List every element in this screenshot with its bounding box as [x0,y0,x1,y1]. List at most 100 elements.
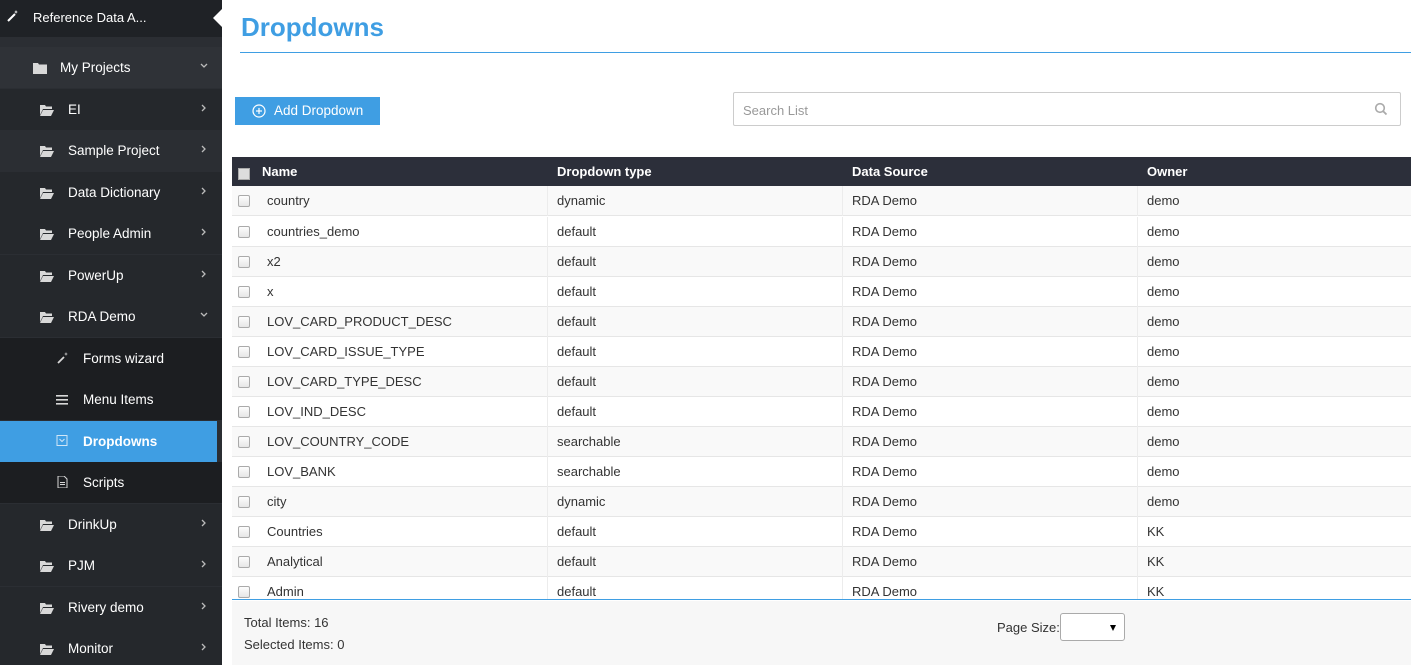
app-root: Reference Data A... My Projects EI Sampl… [0,0,1411,665]
cell-owner: KK [1147,554,1165,569]
column-header-data-source[interactable]: Data Source [852,164,928,179]
sidebar-item-label: RDA Demo [68,309,136,324]
table-row[interactable]: LOV_COUNTRY_CODE searchable RDA Demo dem… [232,427,1411,457]
chevron-right-icon [201,104,206,112]
cell-dropdown-type: default [557,374,597,389]
row-checkbox[interactable] [238,526,250,538]
cell-owner: demo [1147,434,1180,449]
column-divider [1137,367,1138,397]
sidebar-item-forms-wizard[interactable]: Forms wizard [0,338,222,379]
column-divider [1137,427,1138,457]
sidebar-item-sample-project[interactable]: Sample Project [0,130,222,171]
sidebar-item-rivery-demo[interactable]: Rivery demo [0,587,222,628]
table-row[interactable]: Countries default RDA Demo KK [232,517,1411,547]
column-header-dropdown-type[interactable]: Dropdown type [557,164,652,179]
row-checkbox[interactable] [238,286,250,298]
cell-owner: KK [1147,584,1165,599]
search-icon[interactable] [1374,102,1388,116]
column-divider [1137,247,1138,277]
sidebar-item-label: My Projects [60,60,131,75]
cell-data-source: RDA Demo [852,254,918,269]
cell-owner: demo [1147,254,1180,269]
column-divider [1137,577,1138,599]
table-row[interactable]: country dynamic RDA Demo demo [232,186,1411,216]
table-row[interactable]: LOV_CARD_ISSUE_TYPE default RDA Demo dem… [232,337,1411,367]
sidebar-item-dropdowns[interactable]: Dropdowns [0,421,217,462]
row-checkbox[interactable] [238,496,250,508]
sidebar-item-powerup[interactable]: PowerUp [0,255,222,296]
title-divider [240,52,1411,53]
sidebar-item-menu-items[interactable]: Menu Items [0,379,222,420]
sidebar-header[interactable]: Reference Data A... [0,0,222,37]
table-row[interactable]: city dynamic RDA Demo demo [232,487,1411,517]
chevron-right-icon [201,228,206,236]
table-row[interactable]: LOV_IND_DESC default RDA Demo demo [232,397,1411,427]
add-dropdown-button[interactable]: Add Dropdown [235,97,380,125]
sidebar-item-pjm[interactable]: PJM [0,545,222,586]
table-row[interactable]: Analytical default RDA Demo KK [232,547,1411,577]
column-divider [842,367,843,397]
sidebar-item-label: DrinkUp [68,517,117,532]
row-checkbox[interactable] [238,316,250,328]
column-header-owner[interactable]: Owner [1147,164,1187,179]
sidebar-item-monitor[interactable]: Monitor [0,628,222,665]
table-row[interactable]: LOV_BANK searchable RDA Demo demo [232,457,1411,487]
sidebar-item-people-admin[interactable]: People Admin [0,213,222,254]
row-checkbox[interactable] [238,346,250,358]
table-row[interactable]: countries_demo default RDA Demo demo [232,217,1411,247]
folder-open-icon [40,105,54,116]
cell-dropdown-type: default [557,584,597,599]
column-divider [547,547,548,577]
sidebar-item-label: Forms wizard [83,351,165,366]
sidebar-item-label: EI [68,102,81,117]
page-size-select[interactable] [1060,613,1125,641]
cell-name: x [267,284,274,299]
column-header-name[interactable]: Name [262,164,297,179]
cell-owner: demo [1147,494,1180,509]
row-checkbox[interactable] [238,226,250,238]
file-icon [57,476,68,488]
chevron-right-icon [201,145,206,153]
table-row[interactable]: x default RDA Demo demo [232,277,1411,307]
cell-dropdown-type: dynamic [557,193,606,208]
menu-lines-icon [56,395,68,405]
folder-open-icon [40,644,54,655]
chevron-right-icon [201,187,206,195]
sidebar-item-my-projects[interactable]: My Projects [0,47,222,88]
sidebar-item-scripts[interactable]: Scripts [0,462,222,503]
row-checkbox[interactable] [238,195,250,207]
table-row[interactable]: x2 default RDA Demo demo [232,247,1411,277]
row-checkbox[interactable] [238,556,250,568]
cell-data-source: RDA Demo [852,584,918,599]
select-all-checkbox[interactable] [238,168,250,180]
cell-dropdown-type: default [557,284,597,299]
sidebar-item-ei[interactable]: EI [0,89,222,130]
cell-owner: demo [1147,464,1180,479]
page-size-label: Page Size: [997,620,1060,635]
row-checkbox[interactable] [238,256,250,268]
row-checkbox[interactable] [238,466,250,478]
column-divider [842,217,843,247]
table-row[interactable]: LOV_CARD_TYPE_DESC default RDA Demo demo [232,367,1411,397]
row-checkbox[interactable] [238,436,250,448]
row-checkbox[interactable] [238,406,250,418]
table-row[interactable]: LOV_CARD_PRODUCT_DESC default RDA Demo d… [232,307,1411,337]
column-divider [842,487,843,517]
table-footer: Total Items: 16 Selected Items: 0 Page S… [232,601,1411,665]
cell-name: Countries [267,524,323,539]
cell-name: x2 [267,254,281,269]
magic-wand-icon [7,10,18,22]
sidebar-item-data-dictionary[interactable]: Data Dictionary [0,172,222,213]
folder-open-icon [40,229,54,240]
sidebar-item-label: Menu Items [83,392,154,407]
row-checkbox[interactable] [238,586,250,598]
table-row[interactable]: Admin default RDA Demo KK [232,577,1411,599]
cell-name: LOV_CARD_ISSUE_TYPE [267,344,425,359]
table-header: Name Dropdown type Data Source Owner [232,157,1411,186]
search-input[interactable] [743,101,1343,119]
folder-open-icon [40,520,54,531]
cell-data-source: RDA Demo [852,374,918,389]
row-checkbox[interactable] [238,376,250,388]
sidebar-item-drinkup[interactable]: DrinkUp [0,504,222,545]
sidebar-item-rda-demo[interactable]: RDA Demo [0,296,222,337]
